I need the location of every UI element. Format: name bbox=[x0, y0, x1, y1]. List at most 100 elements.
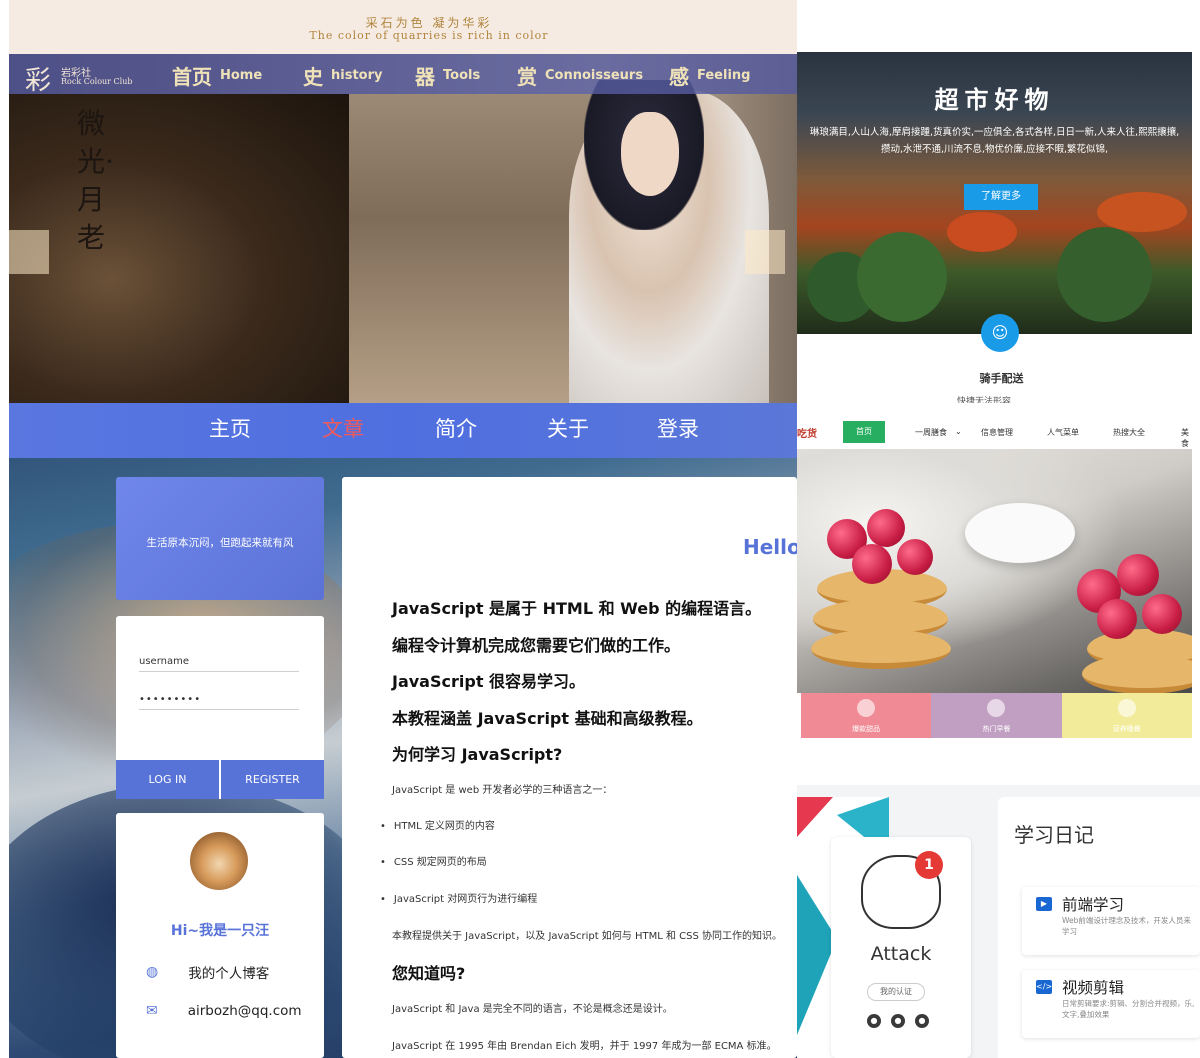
dinner-icon bbox=[1117, 699, 1136, 717]
article-fact: JavaScript 在 1995 年由 Brendan Eich 发明，并于 … bbox=[392, 1041, 777, 1052]
watermelon bbox=[857, 232, 947, 322]
qq-icon[interactable]: ● bbox=[891, 1014, 905, 1028]
certification-button[interactable]: 我的认证 bbox=[867, 983, 925, 1001]
avatar[interactable] bbox=[190, 832, 248, 890]
entry-desc: Web前端设计理念及技术，开发人员来学习 bbox=[1062, 916, 1191, 936]
food-tab-more[interactable]: 美食 bbox=[1181, 427, 1192, 449]
brand-name-en: Rock Colour Club bbox=[61, 77, 133, 86]
carousel-next-button[interactable] bbox=[745, 230, 785, 274]
food-tab-trending[interactable]: 热搜大全 bbox=[1113, 427, 1145, 438]
nav-connoisseurs-cn: 赏 bbox=[517, 64, 537, 89]
article-heading: 编程令计算机完成您需要它们做的工作。 bbox=[392, 636, 681, 655]
entry-title: 前端学习 bbox=[1062, 896, 1125, 914]
nav-connoisseurs-en: Connoisseurs bbox=[545, 67, 644, 83]
email-row[interactable]: ✉ airbozh@qq.com bbox=[146, 1003, 302, 1019]
blog-nav-about[interactable]: 关于 bbox=[547, 413, 589, 443]
food-logo[interactable]: 吃货 bbox=[797, 425, 817, 440]
article-card: Hello JavaScript 是属于 HTML 和 Web 的编程语言。 编… bbox=[342, 477, 797, 1058]
diary-entry[interactable]: </> 视频剪辑 日常剪辑要求:剪辑、分割合并视频，乐,文字,叠加效果 bbox=[1022, 970, 1200, 1038]
brand-logo[interactable]: 彩 岩彩社 Rock Colour Club bbox=[25, 60, 145, 96]
diary-entry[interactable]: ▶ 前端学习 Web前端设计理念及技术，开发人员来学习 bbox=[1022, 887, 1200, 955]
entry-desc: 日常剪辑要求:剪辑、分割合并视频，乐,文字,叠加效果 bbox=[1062, 999, 1195, 1019]
nav-feeling[interactable]: 感 Feeling bbox=[669, 60, 750, 90]
pancake bbox=[811, 629, 951, 669]
chevron-down-icon[interactable]: ⌄ bbox=[955, 427, 962, 436]
login-card: username ••••••••• LOG IN REGISTER bbox=[116, 616, 324, 799]
nav-feeling-cn: 感 bbox=[669, 64, 689, 89]
hero-description-line: 攒动,水泄不通,川流不息,物优价廉,应接不暇,繁花似锦, bbox=[880, 144, 1109, 155]
article-paragraph: 本教程提供关于 JavaScript，以及 JavaScript 如何与 HTM… bbox=[392, 931, 783, 942]
learn-more-button[interactable]: 了解更多 bbox=[964, 184, 1038, 210]
food-tab-home[interactable]: 首页 bbox=[843, 421, 885, 443]
globe-icon: ◍ bbox=[146, 964, 159, 980]
raspberry bbox=[1097, 599, 1137, 639]
nav-home-cn: 首页 bbox=[172, 64, 212, 89]
food-tab-info[interactable]: 信息管理 bbox=[981, 427, 1013, 438]
nav-feeling-en: Feeling bbox=[697, 67, 751, 83]
login-button[interactable]: LOG IN bbox=[116, 760, 219, 799]
blog-nav-login[interactable]: 登录 bbox=[657, 413, 699, 443]
quote-card: 生活原本沉闷，但跑起来就有风 bbox=[116, 477, 324, 600]
tile-label: 营养晚餐 bbox=[1112, 725, 1141, 733]
pancake-hero-image bbox=[797, 449, 1192, 717]
tile-dessert[interactable]: 爆款甜品 bbox=[801, 693, 932, 738]
cream-bowl bbox=[965, 503, 1075, 563]
decorative-shape bbox=[797, 797, 833, 837]
nav-connoisseurs[interactable]: 赏 Connoisseurs bbox=[517, 60, 643, 90]
nav-history-en: history bbox=[331, 67, 383, 83]
nav-tools-en: Tools bbox=[443, 67, 481, 83]
nav-tools[interactable]: 器 Tools bbox=[415, 60, 480, 90]
wechat-icon[interactable]: ● bbox=[867, 1014, 881, 1028]
dessert-icon bbox=[857, 699, 876, 717]
raspberry bbox=[1142, 594, 1182, 634]
hero-title: 超市好物 bbox=[934, 86, 1055, 114]
blog-nav-intro[interactable]: 简介 bbox=[435, 413, 477, 443]
blog-link-row[interactable]: ◍ 我的个人博客 bbox=[146, 962, 269, 982]
greeting: Hi~我是一只汪 bbox=[170, 923, 270, 939]
blog-nav-articles[interactable]: 文章 bbox=[322, 413, 364, 443]
user-card: 1 Attack 我的认证 ● ● ● bbox=[831, 837, 971, 1058]
food-category-tiles: 爆款甜品 热门早餐 营养晚餐 bbox=[801, 693, 1192, 738]
watermelon bbox=[1057, 227, 1152, 322]
brand-mark: 彩 bbox=[25, 66, 52, 96]
tile-label: 热门早餐 bbox=[982, 725, 1011, 733]
article-heading: 您知道吗? bbox=[392, 964, 466, 983]
nav-home[interactable]: 首页 Home bbox=[172, 60, 262, 90]
blog-label: 我的个人博客 bbox=[188, 966, 270, 982]
article-heading: JavaScript 很容易学习。 bbox=[392, 672, 586, 691]
nav-history-cn: 史 bbox=[303, 64, 323, 89]
oranges bbox=[947, 212, 1017, 252]
weibo-icon[interactable]: ● bbox=[915, 1014, 929, 1028]
article-fact: JavaScript 和 Java 是完全不同的语言，不论是概念还是设计。 bbox=[392, 1004, 673, 1015]
username-field[interactable]: username bbox=[139, 656, 299, 672]
blog-nav-home[interactable]: 主页 bbox=[209, 413, 251, 443]
user-name: Attack bbox=[870, 943, 932, 965]
tile-breakfast[interactable]: 热门早餐 bbox=[931, 693, 1062, 738]
tile-dinner[interactable]: 营养晚餐 bbox=[1061, 693, 1192, 738]
slogan-strip: 采石为色 凝为华彩 The color of quarries is rich … bbox=[9, 0, 797, 54]
notification-badge[interactable]: 1 bbox=[915, 851, 943, 879]
nav-history[interactable]: 史 history bbox=[303, 60, 382, 90]
register-button[interactable]: REGISTER bbox=[221, 760, 324, 799]
breakfast-icon bbox=[987, 699, 1006, 717]
food-tab-popular[interactable]: 人气菜单 bbox=[1047, 427, 1079, 438]
food-panel: 吃货 首页 一周膳食 ⌄ 信息管理 人气菜单 热搜大全 美食 爆款甜品 热门早餐 bbox=[797, 415, 1192, 738]
diary-panel: 1 Attack 我的认证 ● ● ● 学习日记 ▶ 前端学习 Web前端设计理… bbox=[797, 785, 1200, 1058]
supermarket-panel: 超市好物 琳琅满目,人山人海,摩肩接踵,货真价实,一应俱全,各式各样,日日一新,… bbox=[797, 52, 1192, 403]
hero-description-line: 琳琅满目,人山人海,摩肩接踵,货真价实,一应俱全,各式各样,日日一新,人来人往,… bbox=[809, 127, 1180, 138]
nav-tools-cn: 器 bbox=[415, 64, 435, 89]
diary-card: 学习日记 ▶ 前端学习 Web前端设计理念及技术，开发人员来学习 </> 视频剪… bbox=[998, 797, 1200, 1058]
painting-mid-region bbox=[349, 94, 599, 403]
password-field[interactable]: ••••••••• bbox=[139, 694, 299, 710]
quote-text: 生活原本沉闷，但跑起来就有风 bbox=[146, 537, 294, 549]
slogan-en: The color of quarries is rich in color bbox=[309, 29, 549, 42]
article-heading: 本教程涵盖 JavaScript 基础和高级教程。 bbox=[392, 709, 703, 728]
article-bullet: JavaScript 对网页行为进行编程 bbox=[380, 890, 537, 905]
article-bullet: CSS 规定网页的布局 bbox=[380, 853, 487, 868]
carousel-prev-button[interactable] bbox=[9, 230, 49, 274]
entry-title: 视频剪辑 bbox=[1062, 979, 1125, 997]
article-bullet: HTML 定义网页的内容 bbox=[380, 817, 495, 832]
raspberry bbox=[897, 539, 933, 575]
artwork-title: 微光·月老 bbox=[77, 107, 114, 254]
food-tab-weekly[interactable]: 一周膳食 bbox=[915, 427, 947, 438]
